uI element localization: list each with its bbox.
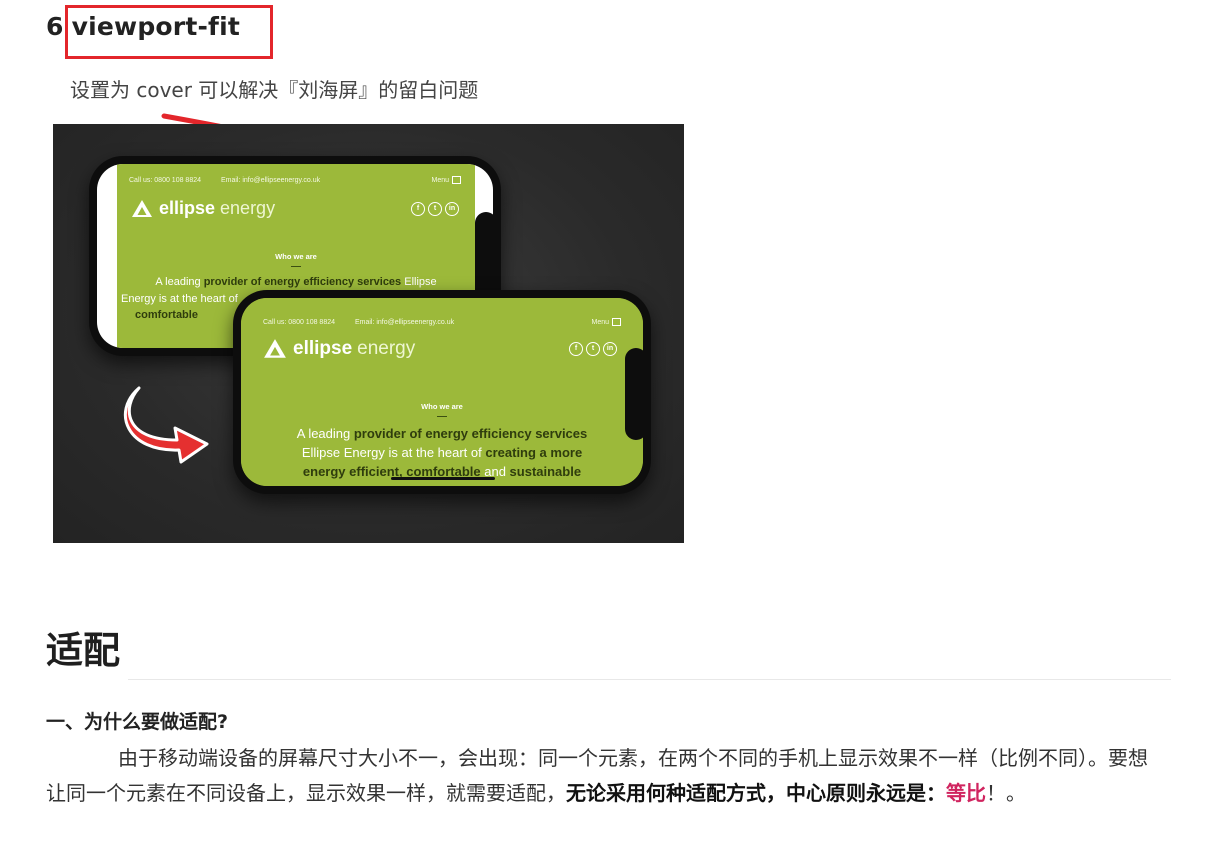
phone-notch	[475, 212, 493, 302]
paragraph-end: ！。	[986, 781, 1026, 805]
lead-text-3c: sustainable	[509, 464, 582, 479]
ellipse-logo-icon	[132, 199, 152, 217]
section-number: 6	[46, 12, 64, 41]
menu-button[interactable]: Menu	[431, 176, 461, 184]
menu-label: Menu	[591, 318, 609, 326]
adapt-paragraph: 由于移动端设备的屏幕尺寸大小不一，会出现：同一个元素，在两个不同的手机上显示效果…	[46, 741, 1166, 811]
menu-button[interactable]: Menu	[591, 318, 621, 326]
brand-logo: ellipse energy	[263, 338, 415, 360]
lead-text-1a: A leading	[296, 426, 354, 441]
phone-after-content: Call us: 0800 108 8824 Email: info@ellip…	[241, 298, 643, 486]
brand-name-light: energy	[220, 198, 276, 218]
phone-after-topbar: Call us: 0800 108 8824 Email: info@ellip…	[263, 318, 621, 326]
viewport-fit-illustration: Call us: 0800 108 8824 Email: info@ellip…	[53, 124, 684, 543]
call-text: Call us: 0800 108 8824	[129, 176, 201, 184]
home-indicator	[391, 477, 495, 480]
linkedin-icon[interactable]: in	[603, 342, 617, 356]
lead-text-1c: Ellipse	[401, 276, 437, 288]
twitter-icon[interactable]: t	[428, 202, 442, 216]
lead-text: A leading provider of energy efficiency …	[241, 424, 643, 481]
social-links: f t in	[569, 342, 617, 356]
phone-after-screen: Call us: 0800 108 8824 Email: info@ellip…	[241, 298, 643, 486]
section-description: 设置为 cover 可以解决『刘海屏』的留白问题	[70, 78, 479, 102]
lead-text-2a: Ellipse Energy is at the heart of	[301, 445, 486, 460]
phone-notch	[625, 348, 643, 440]
lead-text-1a: A leading	[155, 276, 204, 288]
brand-name-light: energy	[357, 338, 416, 359]
facebook-icon[interactable]: f	[411, 202, 425, 216]
email-text: Email: info@ellipseenergy.co.uk	[220, 176, 321, 184]
social-links: f t in	[411, 202, 459, 216]
brand-name-bold: ellipse	[159, 198, 216, 218]
email-text: Email: info@ellipseenergy.co.uk	[354, 318, 455, 326]
brand-logo: ellipse energy	[131, 198, 275, 219]
paragraph-emphasis: 等比	[946, 781, 986, 805]
lead-text-1b: provider of energy efficiency services	[203, 276, 402, 288]
curved-arrow-icon	[123, 386, 209, 464]
facebook-icon[interactable]: f	[569, 342, 583, 356]
menu-label: Menu	[431, 176, 449, 184]
paragraph-bold-text: 无论采用何种适配方式，中心原则永远是：	[566, 781, 946, 805]
adapt-subheading: 一、为什么要做适配?	[46, 711, 229, 733]
who-we-are-label: Who we are	[241, 402, 643, 417]
ellipse-logo-icon	[264, 339, 286, 358]
lead-text-1b: provider of energy efficiency services	[353, 426, 588, 441]
phone-before-topbar: Call us: 0800 108 8824 Email: info@ellip…	[129, 176, 461, 184]
brand-name-bold: ellipse	[293, 338, 353, 359]
call-text: Call us: 0800 108 8824	[263, 318, 335, 326]
linkedin-icon[interactable]: in	[445, 202, 459, 216]
twitter-icon[interactable]: t	[586, 342, 600, 356]
adapt-heading: 适配	[46, 629, 120, 672]
lead-text-2b: creating a more	[485, 445, 583, 460]
menu-icon	[612, 318, 621, 326]
lead-text-3: comfortable	[135, 309, 198, 321]
menu-icon	[452, 176, 461, 184]
highlight-box-annotation	[65, 5, 273, 59]
lead-text-2: Energy is at the heart of	[121, 292, 238, 305]
who-we-are-label: Who we are	[117, 252, 475, 267]
heading-divider	[128, 679, 1171, 680]
phone-after: Call us: 0800 108 8824 Email: info@ellip…	[233, 290, 651, 494]
